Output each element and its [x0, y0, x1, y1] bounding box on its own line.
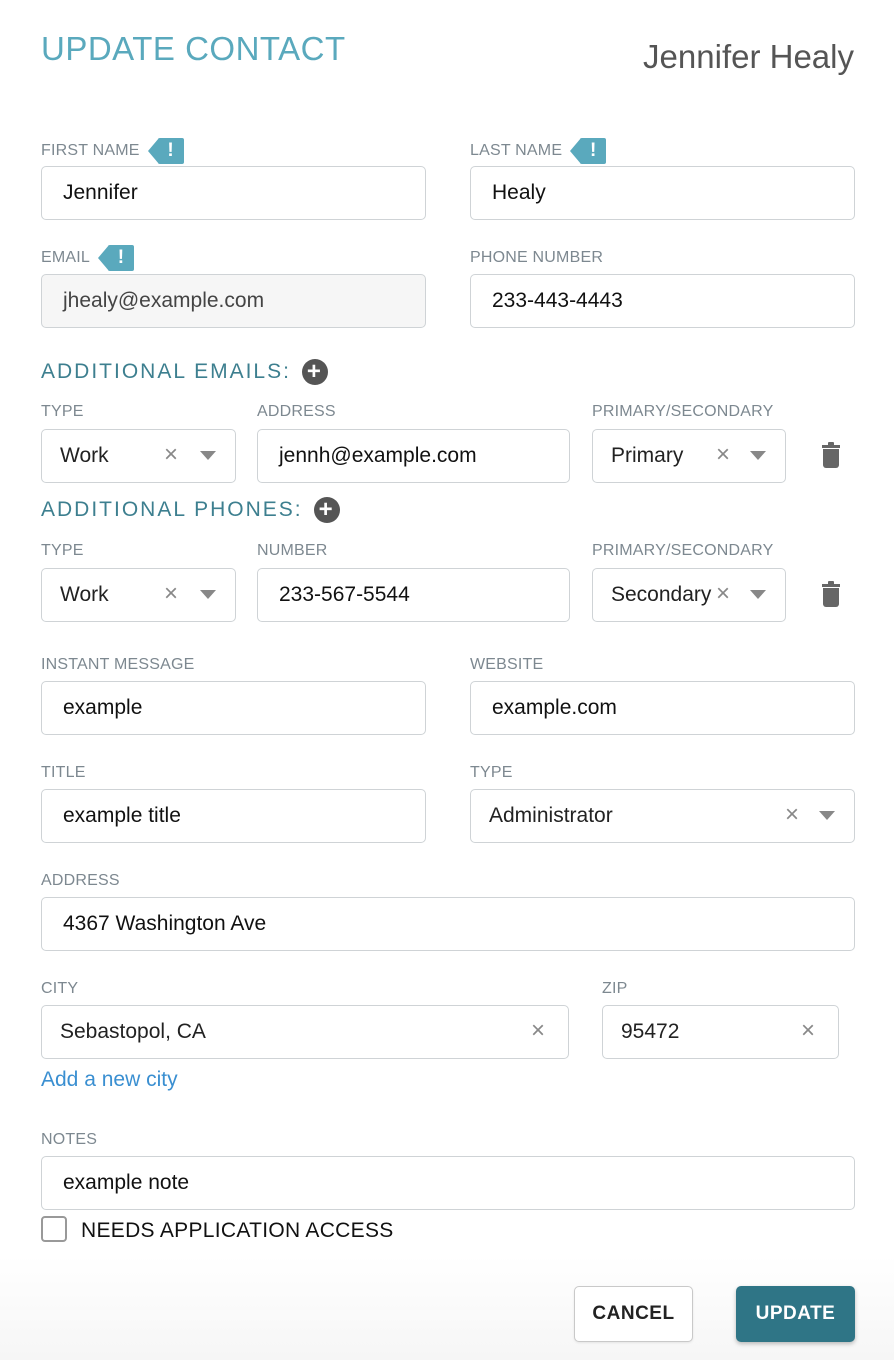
instant-message-label: INSTANT MESSAGE: [41, 656, 195, 673]
title-input[interactable]: example title: [41, 789, 426, 843]
caret-down-icon[interactable]: [750, 451, 766, 460]
phone-number-col-label: NUMBER: [257, 542, 328, 559]
zip-select[interactable]: 95472 ×: [602, 1005, 839, 1059]
phone-number-input[interactable]: 233-443-4443: [470, 274, 855, 328]
phone-number-label: PHONE NUMBER: [470, 249, 604, 266]
page-title: UPDATE CONTACT: [41, 30, 346, 67]
phone-type-select[interactable]: Work ×: [41, 568, 236, 622]
additional-phones-heading: ADDITIONAL PHONES: +: [41, 496, 340, 524]
clear-icon[interactable]: ×: [785, 801, 799, 829]
zip-label: ZIP: [602, 980, 628, 997]
contact-name: Jennifer Healy: [643, 38, 854, 75]
last-name-input[interactable]: Healy: [470, 166, 855, 220]
email-type-select[interactable]: Work ×: [41, 429, 236, 483]
address-input[interactable]: 4367 Washington Ave: [41, 897, 855, 951]
clear-icon[interactable]: ×: [531, 1017, 545, 1045]
add-email-button[interactable]: +: [301, 359, 328, 385]
needs-access-checkbox[interactable]: [41, 1216, 67, 1242]
needs-access-label: NEEDS APPLICATION ACCESS: [81, 1219, 394, 1242]
title-label: TITLE: [41, 764, 86, 781]
notes-input[interactable]: example note: [41, 1156, 855, 1210]
exclamation-flag-icon: !: [147, 138, 184, 164]
exclamation-flag-icon: !: [570, 138, 607, 164]
first-name-input[interactable]: Jennifer: [41, 166, 426, 220]
trash-icon[interactable]: [822, 581, 840, 607]
phone-type-label: TYPE: [41, 542, 84, 559]
address-label: ADDRESS: [41, 872, 120, 889]
email-type-label: TYPE: [41, 403, 84, 420]
contact-type-select[interactable]: Administrator ×: [470, 789, 855, 843]
update-button[interactable]: UPDATE: [736, 1286, 855, 1342]
clear-icon[interactable]: ×: [164, 580, 178, 608]
cancel-button[interactable]: CANCEL: [574, 1286, 693, 1342]
email-address-label: ADDRESS: [257, 403, 336, 420]
additional-emails-heading: ADDITIONAL EMAILS: +: [41, 358, 328, 386]
clear-icon[interactable]: ×: [716, 441, 730, 469]
city-select[interactable]: Sebastopol, CA ×: [41, 1005, 569, 1059]
caret-down-icon[interactable]: [200, 451, 216, 460]
add-phone-button[interactable]: +: [313, 497, 340, 523]
phone-number-row-input[interactable]: 233-567-5544: [257, 568, 570, 622]
caret-down-icon[interactable]: [200, 590, 216, 599]
first-name-label: FIRST NAME !: [41, 138, 184, 164]
trash-icon[interactable]: [822, 442, 840, 468]
city-label: CITY: [41, 980, 79, 997]
website-label: WEBSITE: [470, 656, 544, 673]
email-field: jhealy@example.com: [41, 274, 426, 328]
website-input[interactable]: example.com: [470, 681, 855, 735]
email-label: EMAIL !: [41, 245, 135, 271]
caret-down-icon[interactable]: [750, 590, 766, 599]
notes-label: NOTES: [41, 1131, 98, 1148]
email-primary-label: PRIMARY/SECONDARY: [592, 403, 774, 420]
exclamation-flag-icon: !: [98, 245, 135, 271]
phone-primary-select[interactable]: Secondary ×: [592, 568, 786, 622]
email-primary-select[interactable]: Primary ×: [592, 429, 786, 483]
add-new-city-link[interactable]: Add a new city: [41, 1068, 178, 1092]
instant-message-input[interactable]: example: [41, 681, 426, 735]
type-label: TYPE: [470, 764, 513, 781]
clear-icon[interactable]: ×: [716, 580, 730, 608]
clear-icon[interactable]: ×: [801, 1017, 815, 1045]
clear-icon[interactable]: ×: [164, 441, 178, 469]
last-name-label: LAST NAME !: [470, 138, 607, 164]
email-address-input[interactable]: jennh@example.com: [257, 429, 570, 483]
caret-down-icon[interactable]: [819, 811, 835, 820]
phone-primary-label: PRIMARY/SECONDARY: [592, 542, 774, 559]
